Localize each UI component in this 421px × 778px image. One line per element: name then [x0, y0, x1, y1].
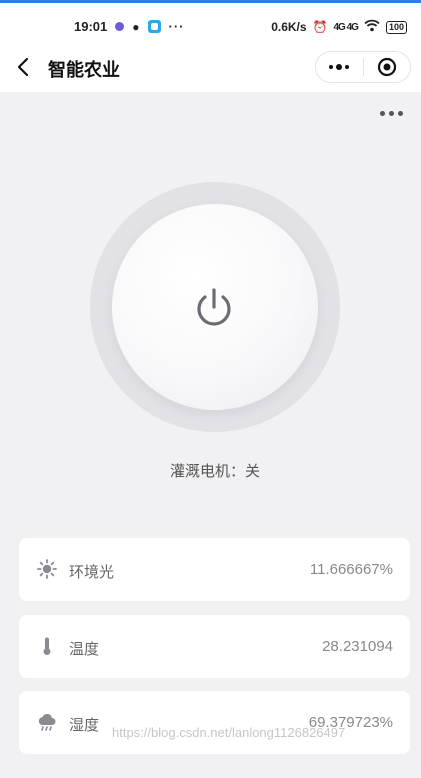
network-speed: 0.6K/s	[271, 20, 307, 34]
notification-dot-icon	[115, 22, 125, 31]
watermark: https://blog.csdn.net/lanlong1126826497	[112, 725, 346, 740]
sensor-value: 11.666667%	[309, 561, 393, 578]
more-dots-icon	[329, 64, 350, 70]
power-icon	[197, 288, 231, 326]
sensor-card-temperature: 温度 28.231094	[19, 615, 410, 678]
sun-icon	[37, 559, 57, 579]
target-icon	[377, 57, 396, 77]
nav-bar: 智能农业	[0, 42, 421, 92]
signal-icon: 4G 4G	[333, 21, 359, 33]
status-bar: 19:01 ● ··· 0.6K/s ⏰ 4G 4G 100	[0, 0, 421, 42]
mini-program-capsule	[315, 51, 411, 83]
alarm-icon: ⏰	[312, 20, 328, 34]
rain-cloud-icon	[38, 714, 56, 731]
capsule-more-button[interactable]	[316, 52, 363, 82]
dot	[380, 111, 385, 116]
sensor-card-humidity: 湿度 69.379723%	[19, 691, 410, 754]
sensor-label: 湿度	[69, 717, 100, 734]
wifi-icon	[364, 19, 380, 35]
penguin-icon: ●	[132, 19, 140, 34]
status-left: 19:01 ● ···	[74, 19, 185, 34]
app-icon	[147, 20, 161, 33]
page-title: 智能农业	[48, 60, 120, 80]
sensor-label: 温度	[69, 641, 100, 658]
status-time: 19:01	[74, 19, 108, 34]
battery-icon: 100	[385, 20, 407, 34]
capsule-close-button[interactable]	[364, 52, 411, 82]
more-icon: ···	[168, 19, 185, 34]
device-more-button[interactable]	[380, 111, 403, 116]
thermometer-icon	[43, 637, 51, 655]
status-right: 0.6K/s ⏰ 4G 4G 100	[271, 19, 407, 35]
dot	[389, 111, 394, 116]
sensor-label: 环境光	[69, 564, 115, 581]
status-accent-line	[0, 0, 421, 3]
dot	[398, 111, 403, 116]
back-arrow-icon[interactable]	[12, 54, 36, 80]
sensor-card-light: 环境光 11.666667%	[19, 538, 410, 601]
pump-status-label: 灌溉电机：关	[169, 463, 260, 480]
sensor-value: 28.231094	[322, 638, 393, 655]
